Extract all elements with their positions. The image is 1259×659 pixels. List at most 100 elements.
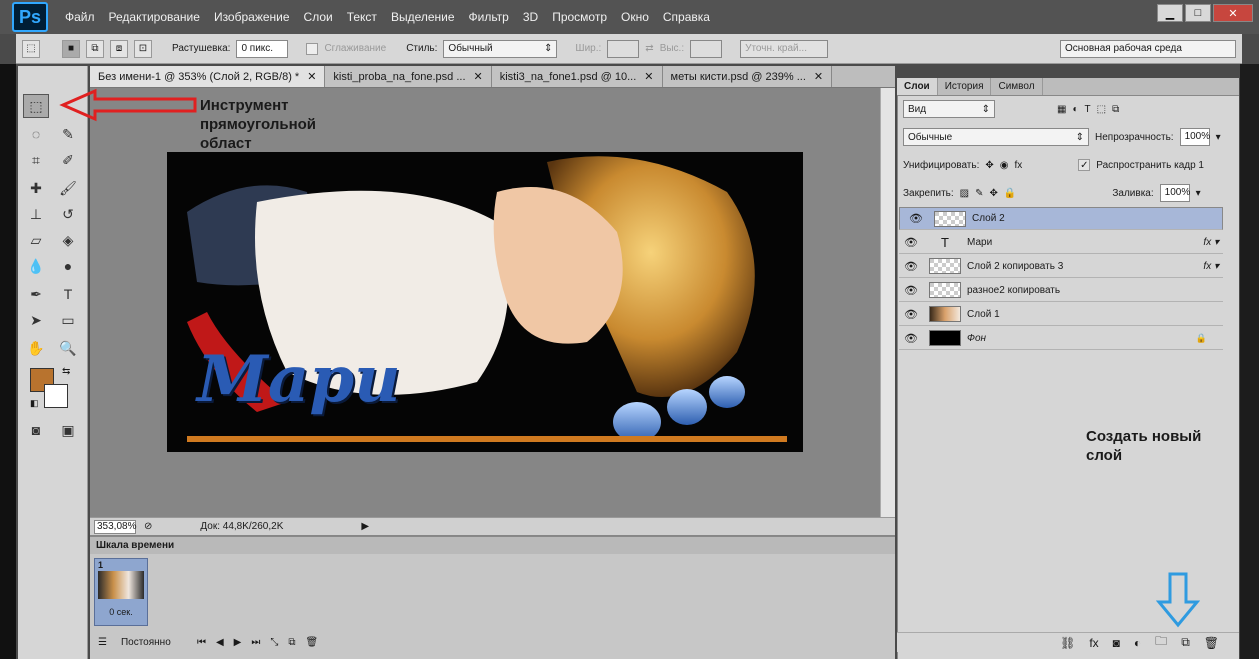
layer-row[interactable]: 👁 Слой 2 — [899, 207, 1223, 230]
menu-item[interactable]: Файл — [58, 10, 102, 24]
visibility-eye-icon[interactable]: 👁 — [899, 332, 923, 345]
style-select[interactable]: Обычный ⇕ — [443, 39, 558, 58]
visibility-eye-icon[interactable]: 👁 — [899, 284, 923, 297]
panel-tab[interactable]: Слои — [897, 78, 938, 95]
frame-delay[interactable]: 0 сек. — [95, 607, 147, 617]
layer-fx-icon[interactable]: fx ▾ — [1203, 261, 1219, 272]
layer-row[interactable]: 👁 Слой 1 — [899, 303, 1223, 326]
workspace-select[interactable]: Основная рабочая среда — [1060, 39, 1236, 58]
unify-style-icon[interactable]: fx — [1015, 160, 1023, 171]
vertical-scrollbar[interactable] — [880, 88, 895, 518]
close-tab-icon[interactable]: ✕ — [307, 70, 316, 83]
delete-layer-icon[interactable]: 🗑 — [1204, 636, 1219, 650]
filter-type-icon[interactable]: T — [1085, 104, 1091, 115]
path-select-icon[interactable]: ➤ — [23, 308, 49, 332]
healing-brush-icon[interactable]: ✚ — [23, 176, 49, 200]
zoom-icon[interactable]: 🔍 — [55, 336, 81, 360]
visibility-eye-icon[interactable]: 👁 — [904, 212, 928, 225]
eyedropper-icon[interactable]: ✐ — [55, 148, 81, 172]
add-mask-icon[interactable]: ◙ — [1113, 636, 1120, 650]
layer-fx-icon[interactable]: fx ▾ — [1203, 237, 1219, 248]
first-frame-icon[interactable]: ⏮ — [197, 637, 206, 648]
lock-position-icon[interactable]: ✥ — [990, 188, 998, 199]
clone-stamp-icon[interactable]: ⊥ — [23, 202, 49, 226]
minimize-button[interactable]: ▁ — [1157, 4, 1183, 22]
menu-item[interactable]: Выделение — [384, 10, 462, 24]
menu-item[interactable]: Просмотр — [545, 10, 614, 24]
next-frame-icon[interactable]: ⏭ — [251, 637, 260, 648]
new-layer-icon[interactable]: ⧉ — [1181, 635, 1190, 650]
antialias-checkbox[interactable] — [306, 42, 319, 55]
eraser-icon[interactable]: ▱ — [23, 228, 49, 252]
add-selection-icon[interactable]: ⧉ — [86, 39, 104, 58]
fill-input[interactable]: 100% — [1159, 184, 1190, 202]
filter-smart-icon[interactable]: ⧉ — [1112, 104, 1119, 115]
document-tab[interactable]: Без имени-1 @ 353% (Слой 2, RGB/8) * ✕ — [90, 66, 326, 87]
rectangular-marquee-icon[interactable]: ⬚ — [23, 94, 49, 118]
menu-item[interactable]: 3D — [516, 10, 545, 24]
unify-position-icon[interactable]: ✥ — [985, 160, 993, 171]
opacity-dropdown-icon[interactable]: ▾ — [1216, 132, 1221, 143]
shape-icon[interactable]: ▭ — [55, 308, 81, 332]
prev-frame-icon[interactable]: ◀ — [216, 637, 224, 648]
blur-icon[interactable]: 💧 — [23, 254, 49, 278]
intersect-selection-icon[interactable]: ⊡ — [134, 39, 152, 58]
visibility-eye-icon[interactable]: 👁 — [899, 260, 923, 273]
timeline-frame[interactable]: 1 0 сек. — [94, 558, 148, 626]
panel-tab[interactable]: История — [938, 78, 992, 95]
visibility-eye-icon[interactable]: 👁 — [899, 236, 923, 249]
screen-mode-icon[interactable]: ▣ — [55, 418, 81, 442]
close-tab-icon[interactable]: ✕ — [644, 70, 653, 83]
play-icon[interactable]: ▶ — [234, 637, 242, 648]
blend-mode-select[interactable]: Обычные ⇕ — [903, 128, 1089, 146]
brush-icon[interactable]: 🖌 — [55, 176, 81, 200]
status-icon[interactable]: ⊘ — [144, 521, 152, 532]
duplicate-frame-icon[interactable]: ⧉ — [288, 637, 295, 648]
pen-icon[interactable]: ✒ — [23, 282, 49, 306]
close-tab-icon[interactable]: ✕ — [474, 70, 483, 83]
filter-kind-select[interactable]: Вид ⇕ — [903, 100, 995, 118]
lock-all-icon[interactable]: 🔒 — [1004, 188, 1016, 199]
delete-frame-icon[interactable]: 🗑 — [306, 637, 319, 648]
background-color-swatch[interactable] — [44, 384, 68, 408]
layer-row[interactable]: 👁 Фон 🔒 — [899, 327, 1223, 350]
layer-row[interactable]: 👁 T Мари fx ▾ — [899, 231, 1223, 254]
status-menu-icon[interactable]: ▶ — [361, 521, 369, 532]
subtract-selection-icon[interactable]: ⧈ — [110, 39, 128, 58]
add-style-icon[interactable]: fx — [1089, 636, 1098, 650]
height-input[interactable] — [690, 39, 723, 58]
dodge-icon[interactable]: ● — [55, 254, 81, 278]
menu-item[interactable]: Окно — [614, 10, 656, 24]
link-layers-icon[interactable]: ⛓ — [1060, 636, 1075, 650]
swap-icon[interactable]: ⇄ — [645, 43, 653, 54]
panel-tab[interactable]: Символ — [991, 78, 1043, 95]
visibility-eye-icon[interactable]: 👁 — [899, 308, 923, 321]
tween-icon[interactable]: ⤡ — [270, 637, 278, 648]
menu-item[interactable]: Слои — [297, 10, 340, 24]
paint-bucket-icon[interactable]: ◈ — [55, 228, 81, 252]
hand-icon[interactable]: ✋ — [23, 336, 49, 360]
history-brush-icon[interactable]: ↺ — [55, 202, 81, 226]
lock-transparent-icon[interactable]: ▨ — [960, 188, 969, 199]
type-icon[interactable]: T — [55, 282, 81, 306]
menu-item[interactable]: Текст — [340, 10, 384, 24]
close-button[interactable]: ✕ — [1213, 4, 1253, 22]
filter-pixel-icon[interactable]: ▦ — [1057, 104, 1066, 115]
unify-visibility-icon[interactable]: ◉ — [1000, 160, 1009, 171]
swap-colors-icon[interactable]: ⇆ — [62, 366, 70, 377]
opacity-input[interactable]: 100% — [1179, 128, 1210, 146]
loop-select[interactable]: Постоянно — [116, 633, 187, 651]
quick-mask-icon[interactable]: ◙ — [23, 418, 49, 442]
document-tab[interactable]: kisti_proba_na_fone.psd ... ✕ — [325, 66, 492, 87]
filter-shape-icon[interactable]: ⬚ — [1097, 104, 1106, 115]
quick-select-icon[interactable]: ✎ — [55, 122, 81, 146]
adjustment-layer-icon[interactable]: ◐ — [1134, 636, 1141, 650]
new-selection-icon[interactable]: ■ — [62, 39, 80, 58]
zoom-field[interactable]: 353,08% — [94, 519, 136, 534]
layer-row[interactable]: 👁 Слой 2 копировать 3 fx ▾ — [899, 255, 1223, 278]
layer-row[interactable]: 👁 разное2 копировать — [899, 279, 1223, 302]
menu-item[interactable]: Изображение — [207, 10, 297, 24]
menu-item[interactable]: Редактирование — [102, 10, 207, 24]
fill-dropdown-icon[interactable]: ▾ — [1196, 188, 1201, 199]
marquee-preset-icon[interactable]: ⬚ — [22, 39, 40, 58]
